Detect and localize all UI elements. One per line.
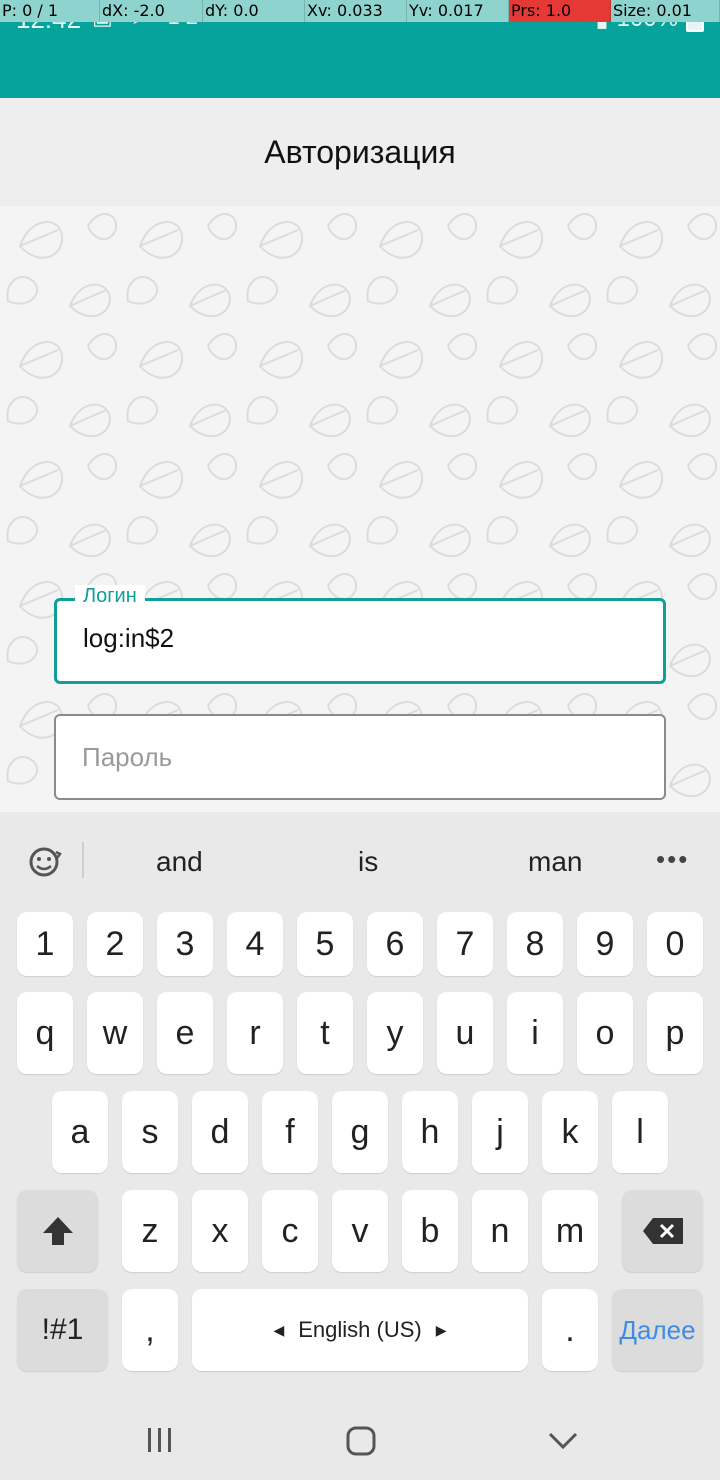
key-1[interactable]: 1 xyxy=(17,912,73,976)
page-title: Авторизация xyxy=(264,133,456,170)
suggestion-1[interactable]: and xyxy=(156,846,203,878)
key-g[interactable]: g xyxy=(332,1091,388,1173)
key-x[interactable]: x xyxy=(192,1190,248,1272)
suggestion-2[interactable]: is xyxy=(358,846,378,878)
password-placeholder: Пароль xyxy=(82,742,173,772)
language-prev-icon: ◀ xyxy=(273,1321,285,1338)
suggestion-strip: and is man ••• xyxy=(0,812,720,908)
debug-xv: Xv: 0.033 xyxy=(305,0,407,22)
key-b[interactable]: b xyxy=(402,1190,458,1272)
key-h[interactable]: h xyxy=(402,1091,458,1173)
login-field[interactable]: Логин log:in$2 xyxy=(54,585,666,684)
key-a[interactable]: a xyxy=(52,1091,108,1173)
key-p[interactable]: p xyxy=(647,992,703,1074)
suggestion-3[interactable]: man xyxy=(528,846,582,878)
debug-yv: Yv: 0.017 xyxy=(407,0,509,22)
login-input-value[interactable]: log:in$2 xyxy=(83,623,174,654)
key-k[interactable]: k xyxy=(542,1091,598,1173)
key-y[interactable]: y xyxy=(367,992,423,1074)
key-5[interactable]: 5 xyxy=(297,912,353,976)
key-j[interactable]: j xyxy=(472,1091,528,1173)
key-e[interactable]: e xyxy=(157,992,213,1074)
shift-key[interactable] xyxy=(17,1190,98,1272)
next-action-key[interactable]: Далее xyxy=(612,1289,703,1371)
key-7[interactable]: 7 xyxy=(437,912,493,976)
key-f[interactable]: f xyxy=(262,1091,318,1173)
key-0[interactable]: 0 xyxy=(647,912,703,976)
emoji-cycle-icon[interactable] xyxy=(24,842,64,882)
navigation-bar xyxy=(0,1402,720,1480)
period-key[interactable]: . xyxy=(542,1289,598,1371)
comma-key[interactable]: , xyxy=(122,1289,178,1371)
key-4[interactable]: 4 xyxy=(227,912,283,976)
key-6[interactable]: 6 xyxy=(367,912,423,976)
key-i[interactable]: i xyxy=(507,992,563,1074)
key-u[interactable]: u xyxy=(437,992,493,1074)
shift-arrow-icon xyxy=(42,1217,73,1245)
key-s[interactable]: s xyxy=(122,1091,178,1173)
key-z[interactable]: z xyxy=(122,1190,178,1272)
debug-size: Size: 0.01 xyxy=(611,0,720,22)
key-9[interactable]: 9 xyxy=(577,912,633,976)
key-v[interactable]: v xyxy=(332,1190,388,1272)
space-key[interactable]: ◀ English (US) ▶ xyxy=(192,1289,528,1371)
key-2[interactable]: 2 xyxy=(87,912,143,976)
debug-pressure: Prs: 1.0 xyxy=(509,0,611,22)
key-m[interactable]: m xyxy=(542,1190,598,1272)
keyboard: and is man ••• 1 2 3 4 5 6 7 8 9 0 q w e… xyxy=(0,812,720,1402)
login-content: Логин log:in$2 Пароль xyxy=(0,206,720,812)
key-c[interactable]: c xyxy=(262,1190,318,1272)
symbols-key[interactable]: !#1 xyxy=(17,1289,108,1371)
login-label: Логин xyxy=(75,585,145,608)
key-8[interactable]: 8 xyxy=(507,912,563,976)
key-q[interactable]: q xyxy=(17,992,73,1074)
key-d[interactable]: d xyxy=(192,1091,248,1173)
key-l[interactable]: l xyxy=(612,1091,668,1173)
recents-icon[interactable] xyxy=(144,1424,176,1456)
key-w[interactable]: w xyxy=(87,992,143,1074)
pointer-debug-overlay: P: 0 / 1 dX: -2.0 dY: 0.0 Xv: 0.033 Yv: … xyxy=(0,0,720,22)
key-o[interactable]: o xyxy=(577,992,633,1074)
back-icon[interactable] xyxy=(546,1426,580,1456)
key-n[interactable]: n xyxy=(472,1190,528,1272)
more-options-icon[interactable]: ••• xyxy=(656,844,689,875)
key-t[interactable]: t xyxy=(297,992,353,1074)
debug-pointer: P: 0 / 1 xyxy=(0,0,100,22)
space-language-label: English (US) xyxy=(298,1317,422,1342)
key-3[interactable]: 3 xyxy=(157,912,213,976)
debug-dx: dX: -2.0 xyxy=(100,0,203,22)
key-r[interactable]: r xyxy=(227,992,283,1074)
title-bar: Авторизация xyxy=(0,98,720,206)
backspace-key[interactable] xyxy=(622,1190,703,1272)
debug-dy: dY: 0.0 xyxy=(203,0,305,22)
suggestion-divider xyxy=(82,842,84,878)
language-next-icon: ▶ xyxy=(435,1321,447,1338)
home-icon[interactable] xyxy=(344,1424,378,1458)
backspace-icon xyxy=(642,1218,683,1244)
password-field[interactable]: Пароль xyxy=(54,714,666,800)
